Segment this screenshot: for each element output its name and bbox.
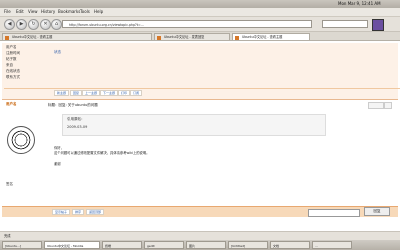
- author-name[interactable]: 用户名: [6, 102, 17, 107]
- forward-icon[interactable]: ▶: [16, 19, 27, 30]
- status-bar: 完成: [0, 231, 400, 240]
- taskbar-item[interactable]: 文档: [270, 241, 310, 249]
- menu-tools[interactable]: Tools: [80, 9, 90, 14]
- taskbar-item[interactable]: [Ubuntu...]: [2, 241, 42, 249]
- reply-button[interactable]: 回复: [70, 90, 83, 96]
- tab-label: Ubuntu中文论坛 - 发表回复: [164, 35, 205, 39]
- menu-view[interactable]: View: [28, 9, 38, 14]
- menu-bookmarks[interactable]: Bookmarks: [58, 9, 80, 14]
- footer-bar: 显示帖子 排序 返回顶部: [2, 206, 398, 217]
- reload-icon[interactable]: ↻: [28, 19, 39, 30]
- thread-toolbar: 新主题 回复 上一主题 下一主题 打印 订阅: [4, 88, 400, 96]
- tab-bar: Ubuntu中文论坛 - 查看主题 Ubuntu中文论坛 - 发表回复 Ubun…: [0, 32, 400, 41]
- profile-line: 帖子数: [6, 57, 17, 61]
- quote-block: 引用原帖： 2009-03-09: [62, 114, 326, 136]
- page-content: 用户名 注册时间 帖子数 来自 在线状态 联系方式 状态 新主题 回复 上一主题…: [0, 41, 400, 231]
- quote-line: 2009-03-09: [67, 125, 88, 129]
- tab-1[interactable]: Ubuntu中文论坛 - 查看主题: [2, 33, 152, 40]
- post: 用户名 标题：回复: 关于ubuntu的问题 引用原帖： 2009-03-09 …: [2, 99, 398, 220]
- top-panel: Mon Mar 9, 12:41 AM: [0, 0, 400, 8]
- clock[interactable]: Mon Mar 9, 12:41 AM: [338, 1, 381, 6]
- status-tag[interactable]: 状态: [54, 50, 61, 54]
- menu-edit[interactable]: Edit: [16, 9, 24, 14]
- avatar: [7, 126, 35, 154]
- profile-line: 联系方式: [6, 75, 20, 79]
- taskbar-item[interactable]: 终端: [102, 241, 142, 249]
- profile-line: 来自: [6, 63, 13, 67]
- edit-button[interactable]: [384, 102, 392, 109]
- prev-topic-button[interactable]: 上一主题: [82, 90, 101, 96]
- footer-link[interactable]: 显示帖子: [52, 209, 71, 215]
- print-button[interactable]: 打印: [118, 90, 131, 96]
- extension-icon[interactable]: [372, 19, 384, 31]
- quote-button[interactable]: [368, 102, 384, 109]
- menu-file[interactable]: File: [4, 9, 11, 14]
- tab-3[interactable]: Ubuntu中文论坛 - 查看主题: [232, 33, 310, 40]
- jump-select[interactable]: [308, 209, 360, 217]
- profile-line: 注册时间: [6, 51, 20, 55]
- body-line: 谢谢: [54, 162, 61, 166]
- taskbar-item[interactable]: gedit: [144, 241, 184, 249]
- navigation-toolbar: ◀ ▶ ↻ ✕ ⌂ http://forum.ubuntu.org.cn/vie…: [0, 17, 400, 32]
- post-title: 标题：回复: 关于ubuntu的问题: [48, 103, 98, 107]
- new-topic-button[interactable]: 新主题: [54, 90, 70, 96]
- menu-help[interactable]: Help: [94, 9, 103, 14]
- next-topic-button[interactable]: 下一主题: [100, 90, 119, 96]
- tab-label: Ubuntu中文论坛 - 查看主题: [242, 35, 283, 39]
- favicon-icon: [235, 35, 239, 40]
- quick-reply-button[interactable]: 回复: [364, 207, 390, 216]
- signature: 签名: [6, 182, 13, 186]
- taskbar-item[interactable]: Ubuntu中文论坛 - Mozilla: [44, 241, 100, 249]
- taskbar-item[interactable]: 图片: [186, 241, 226, 249]
- footer-link[interactable]: 返回顶部: [86, 209, 105, 215]
- status-text: 完成: [4, 234, 11, 238]
- footer-link[interactable]: 排序: [72, 209, 85, 215]
- url-bar[interactable]: http://forum.ubuntu.org.cn/viewtopic.php…: [62, 20, 312, 28]
- quote-line: 引用原帖：: [67, 117, 85, 121]
- favicon-icon: [157, 35, 161, 40]
- tab-2[interactable]: Ubuntu中文论坛 - 发表回复: [154, 33, 230, 40]
- taskbar: [Ubuntu...] Ubuntu中文论坛 - Mozilla 终端 gedi…: [0, 240, 400, 250]
- back-icon[interactable]: ◀: [4, 19, 15, 30]
- body-line: 这个问题可以通过修改配置文件解决，具体请参考wiki上的说明。: [54, 151, 150, 155]
- taskbar-item[interactable]: ...: [312, 241, 352, 249]
- profile-line: 用户名: [6, 45, 17, 49]
- stop-icon[interactable]: ✕: [40, 19, 51, 30]
- tab-label: Ubuntu中文论坛 - 查看主题: [12, 35, 53, 39]
- post-body: 你好， 这个问题可以通过修改配置文件解决，具体请参考wiki上的说明。 谢谢: [54, 146, 149, 167]
- favicon-icon: [5, 35, 9, 40]
- home-icon[interactable]: ⌂: [51, 19, 62, 30]
- menubar: File Edit View History Bookmarks Tools H…: [0, 8, 400, 17]
- search-input[interactable]: [322, 20, 368, 28]
- taskbar-item[interactable]: [Untitled]: [228, 241, 268, 249]
- profile-line: 在线状态: [6, 69, 20, 73]
- profile-box: 用户名 注册时间 帖子数 来自 在线状态 联系方式 状态 新主题 回复 上一主题…: [2, 43, 400, 100]
- subscribe-button[interactable]: 订阅: [130, 90, 143, 96]
- menu-history[interactable]: History: [41, 9, 55, 14]
